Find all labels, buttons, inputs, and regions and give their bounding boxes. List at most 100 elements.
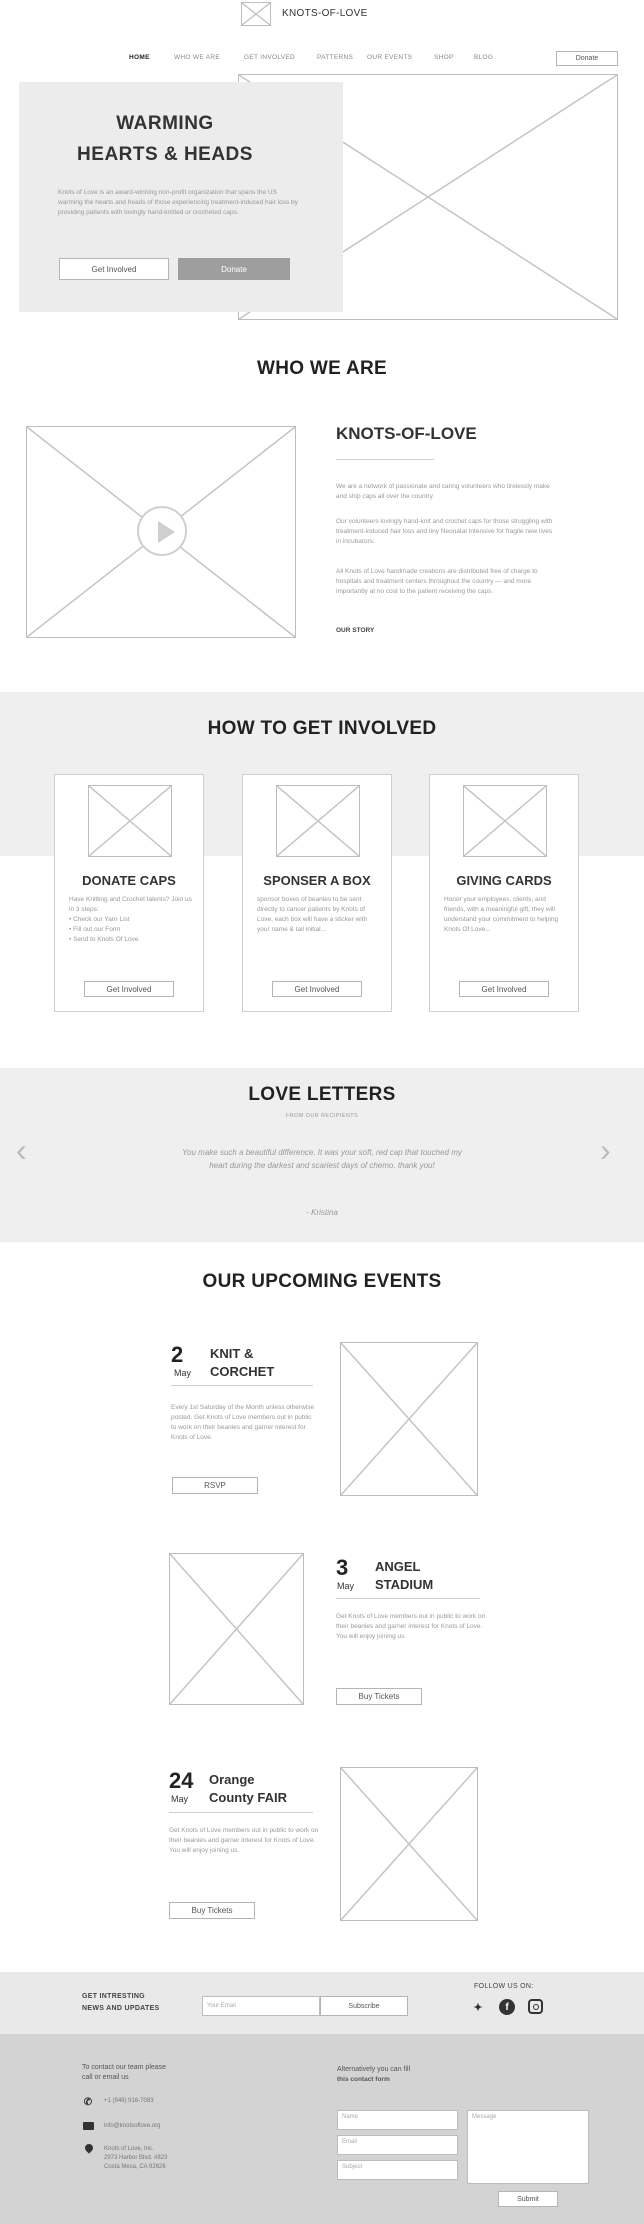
- letters-subheading: FROM OUR RECIPIENTS: [285, 1113, 359, 1119]
- logo-image[interactable]: [241, 2, 271, 26]
- event-month: May: [174, 1368, 192, 1378]
- card-text: sponsor boxes of beanies to be sent dire…: [257, 896, 368, 933]
- twitter-icon[interactable]: ✦: [470, 1999, 486, 2015]
- contact-address-line2: 2973 Harbor Blvd. #823: [104, 2155, 168, 2161]
- testimonial-quote: You make such a beautiful difference. It…: [182, 1148, 462, 1170]
- who-paragraph-3: All Knots of Love handmade creations are…: [336, 568, 538, 595]
- card-bullet: • Send to Knots Of Love: [69, 936, 139, 943]
- card-image: [276, 785, 360, 857]
- follow-label: FOLLOW US ON:: [474, 1983, 534, 1990]
- contact-phone[interactable]: +1 (949) 916-7083: [104, 2098, 154, 2104]
- card-get-involved-button[interactable]: Get Involved: [272, 981, 362, 997]
- nav-our-events[interactable]: OUR EVENTS: [367, 54, 412, 61]
- event-title-line2: CORCHET: [210, 1364, 275, 1379]
- card-get-involved-button[interactable]: Get Involved: [84, 981, 174, 997]
- nav-blog[interactable]: BLOG: [474, 54, 493, 61]
- contact-email-input[interactable]: Email: [337, 2135, 458, 2155]
- carousel-next-icon[interactable]: ›: [600, 1132, 611, 1168]
- card-giving-cards: GIVING CARDS Honor your employees, clien…: [429, 774, 579, 1012]
- contact-intro-line1: To contact our team please: [82, 2064, 167, 2071]
- hero-title-line2: HEARTS & HEADS: [77, 144, 253, 165]
- card-donate-caps: DONATE CAPS Have Knitting and Crochet ta…: [54, 774, 204, 1012]
- phone-icon: ✆: [83, 2096, 93, 2108]
- instagram-icon[interactable]: [528, 1999, 543, 2014]
- nav-who-we-are[interactable]: WHO WE ARE: [174, 54, 220, 61]
- letters-heading: LOVE LETTERS: [248, 1084, 396, 1105]
- who-subheading: KNOTS-OF-LOVE: [336, 424, 477, 443]
- contact-address-line3: Costa Mesa, CA 92626: [104, 2164, 166, 2170]
- card-title: SPONSER A BOX: [263, 873, 371, 888]
- event-rule: [336, 1598, 480, 1599]
- event-day: 2: [171, 1342, 184, 1367]
- card-bullet: • Fill out our Form: [69, 926, 121, 933]
- newsletter-email-input[interactable]: Your Email: [202, 1996, 320, 2016]
- card-title: DONATE CAPS: [82, 873, 176, 888]
- events-heading: OUR UPCOMING EVENTS: [202, 1271, 442, 1292]
- carousel-prev-icon[interactable]: ‹: [16, 1132, 27, 1168]
- event-title-line1: Orange: [209, 1772, 255, 1787]
- bullet-text: Fill out our Form: [73, 926, 121, 933]
- card-text: Honor your employees, clients, and frien…: [444, 896, 559, 933]
- event-image: [340, 1342, 478, 1496]
- event-rule: [171, 1385, 313, 1386]
- event-buy-tickets-button[interactable]: Buy Tickets: [336, 1688, 422, 1705]
- bullet-text: Check our Yarn List: [73, 916, 130, 923]
- event-month: May: [337, 1581, 355, 1591]
- bullet-text: Send to Knots Of Love: [73, 936, 139, 943]
- card-title: GIVING CARDS: [456, 873, 552, 888]
- contact-alt-line2: this contact form: [337, 2076, 390, 2083]
- event-title-line1: ANGEL: [375, 1559, 421, 1574]
- card-sponser-box: SPONSER A BOX sponsor boxes of beanies t…: [242, 774, 392, 1012]
- event-image: [340, 1767, 478, 1921]
- event-title-line1: KNIT &: [210, 1346, 254, 1361]
- play-icon[interactable]: [137, 506, 187, 556]
- logo-text[interactable]: KNOTS-OF-LOVE: [282, 8, 368, 19]
- contact-submit-button[interactable]: Submit: [498, 2191, 558, 2207]
- header-donate-button[interactable]: Donate: [556, 51, 618, 66]
- who-paragraph-1: We are a network of passionate and carin…: [336, 483, 550, 500]
- event-title-line2: STADIUM: [375, 1577, 434, 1592]
- event-description: Every 1st Saturday of the Month unless o…: [171, 1404, 315, 1441]
- event-month: May: [171, 1794, 189, 1804]
- nav-shop[interactable]: SHOP: [434, 54, 454, 61]
- card-text: Have Knitting and Crochet talents? Join …: [69, 895, 193, 945]
- card-image: [463, 785, 547, 857]
- nav-patterns[interactable]: PATTERNS: [317, 54, 353, 61]
- hero-description: Knots of Love is an award-winning non-pr…: [58, 189, 298, 216]
- newsletter-label-line1: GET INTRESTING: [82, 1993, 145, 2000]
- event-rule: [169, 1812, 313, 1813]
- contact-subject-input[interactable]: Subject: [337, 2160, 458, 2180]
- involved-heading: HOW TO GET INVOLVED: [207, 718, 437, 739]
- event-rsvp-button[interactable]: RSVP: [172, 1477, 258, 1494]
- email-icon: [83, 2122, 94, 2130]
- subscribe-button[interactable]: Subscribe: [320, 1996, 408, 2016]
- card-bullet: • Check our Yarn List: [69, 916, 130, 923]
- facebook-icon[interactable]: f: [499, 1999, 515, 2015]
- hero-title-line1: WARMING: [116, 113, 214, 134]
- our-story-link[interactable]: OUR STORY: [336, 627, 374, 634]
- event-day: 24: [169, 1768, 194, 1793]
- contact-email[interactable]: info@knotsoflove.org: [104, 2123, 160, 2129]
- contact-name-input[interactable]: Name: [337, 2110, 458, 2130]
- card-intro: Have Knitting and Crochet talents? Join …: [69, 896, 192, 913]
- who-subheading-rule: [336, 459, 434, 460]
- contact-intro-line2: call or email us: [82, 2074, 129, 2081]
- event-buy-tickets-button[interactable]: Buy Tickets: [169, 1902, 255, 1919]
- contact-address-line1: Knots of Love, Inc.: [104, 2146, 154, 2152]
- contact-alt-line1: Alternatively you can fill: [337, 2066, 411, 2073]
- nav-home[interactable]: HOME: [129, 54, 150, 61]
- who-paragraph-2: Our volunteers lovingly hand-knit and cr…: [336, 518, 553, 545]
- event-image: [169, 1553, 304, 1705]
- testimonial-author: - Kristina: [306, 1208, 338, 1217]
- event-day: 3: [336, 1555, 349, 1580]
- card-image: [88, 785, 172, 857]
- card-get-involved-button[interactable]: Get Involved: [459, 981, 549, 997]
- who-we-are-heading: WHO WE ARE: [256, 358, 387, 379]
- hero-donate-button[interactable]: Donate: [178, 258, 290, 280]
- contact-message-textarea[interactable]: Message: [467, 2110, 589, 2184]
- nav-get-involved[interactable]: GET INVOLVED: [244, 54, 295, 61]
- hero-get-involved-button[interactable]: Get Involved: [59, 258, 169, 280]
- event-description: Get Knots of Love members out in public …: [169, 1827, 319, 1854]
- event-description: Get Knots of Love members out in public …: [336, 1613, 486, 1640]
- newsletter-label-line2: NEWS AND UPDATES: [82, 2005, 160, 2012]
